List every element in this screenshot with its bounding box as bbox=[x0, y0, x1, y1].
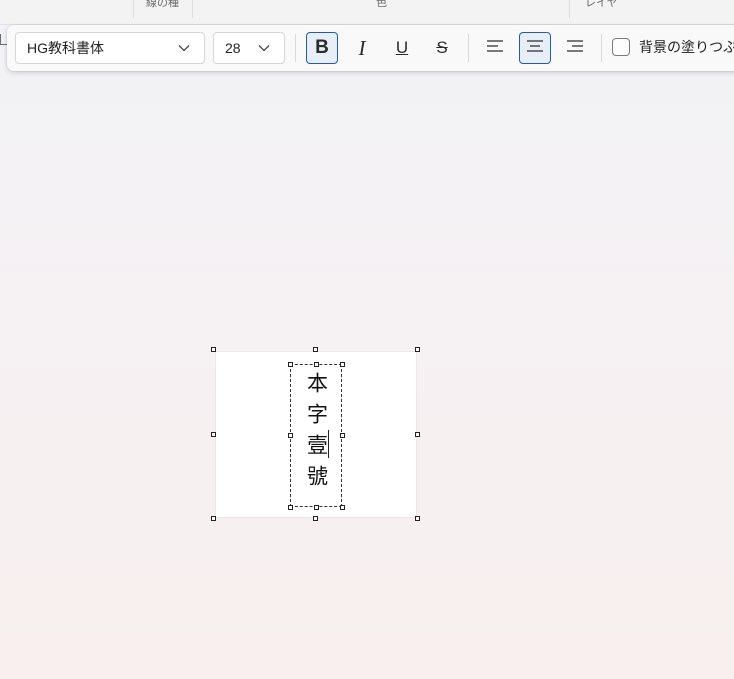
ribbon-separator bbox=[133, 0, 134, 18]
resize-handle-left[interactable] bbox=[211, 432, 216, 437]
bold-icon: B bbox=[315, 37, 329, 58]
font-family-value: HG教科書体 bbox=[27, 40, 104, 56]
ribbon-group-label-layer: レイヤ bbox=[585, 0, 618, 9]
text-format-toolbar: HG教科書体 28 B I U S 背景の塗りつぶ bbox=[7, 25, 734, 71]
ribbon: 線の種 色 レイヤ bbox=[0, 0, 734, 25]
bold-button[interactable]: B bbox=[306, 32, 338, 64]
toolbar-divider bbox=[601, 34, 602, 62]
text-handle-right[interactable] bbox=[340, 433, 345, 438]
italic-button[interactable]: I bbox=[346, 32, 378, 64]
resize-handle-top-left[interactable] bbox=[211, 347, 216, 352]
align-left-icon bbox=[486, 37, 504, 59]
toolbar-divider bbox=[468, 34, 469, 62]
text-handle-bottom[interactable] bbox=[314, 505, 319, 510]
resize-handle-bottom[interactable] bbox=[313, 516, 318, 521]
underline-button[interactable]: U bbox=[386, 32, 418, 64]
chevron-down-icon bbox=[176, 40, 192, 56]
italic-icon: I bbox=[358, 35, 366, 60]
toolbar-divider bbox=[295, 34, 296, 62]
resize-handle-top-right[interactable] bbox=[415, 347, 420, 352]
text-handle-top-left[interactable] bbox=[288, 362, 293, 367]
text-handle-top[interactable] bbox=[314, 362, 319, 367]
align-right-icon bbox=[566, 37, 584, 59]
vertical-text: 本字壹號 bbox=[304, 372, 329, 496]
text-handle-bottom-right[interactable] bbox=[340, 505, 345, 510]
strikethrough-button[interactable]: S bbox=[426, 32, 458, 64]
ribbon-group-label-color: 色 bbox=[376, 0, 387, 9]
font-size-dropdown[interactable]: 28 bbox=[213, 32, 285, 64]
align-right-button[interactable] bbox=[559, 32, 591, 64]
text-handle-top-right[interactable] bbox=[340, 362, 345, 367]
font-family-dropdown[interactable]: HG教科書体 bbox=[15, 32, 205, 64]
resize-handle-right[interactable] bbox=[415, 432, 420, 437]
text-caret bbox=[328, 430, 329, 458]
strikethrough-icon: S bbox=[436, 38, 448, 57]
align-center-button[interactable] bbox=[519, 32, 551, 64]
align-left-button[interactable] bbox=[479, 32, 511, 64]
resize-handle-top[interactable] bbox=[313, 347, 318, 352]
ribbon-separator bbox=[569, 0, 570, 18]
chevron-down-icon bbox=[256, 40, 272, 56]
ribbon-separator bbox=[192, 0, 193, 18]
align-center-icon bbox=[526, 37, 544, 59]
ribbon-group-label-line-type: 線の種 bbox=[146, 0, 179, 9]
text-handle-bottom-left[interactable] bbox=[288, 505, 293, 510]
font-size-value: 28 bbox=[225, 40, 241, 56]
underline-icon: U bbox=[395, 38, 409, 57]
resize-handle-bottom-right[interactable] bbox=[415, 516, 420, 521]
fill-background-toggle[interactable]: 背景の塗りつぶし bbox=[612, 37, 734, 57]
resize-handle-bottom-left[interactable] bbox=[211, 516, 216, 521]
fill-background-label: 背景の塗りつぶし bbox=[639, 40, 734, 56]
text-handle-left[interactable] bbox=[288, 433, 293, 438]
text-box-content[interactable]: 本字壹號 bbox=[290, 364, 342, 507]
fill-background-checkbox[interactable] bbox=[612, 38, 630, 56]
